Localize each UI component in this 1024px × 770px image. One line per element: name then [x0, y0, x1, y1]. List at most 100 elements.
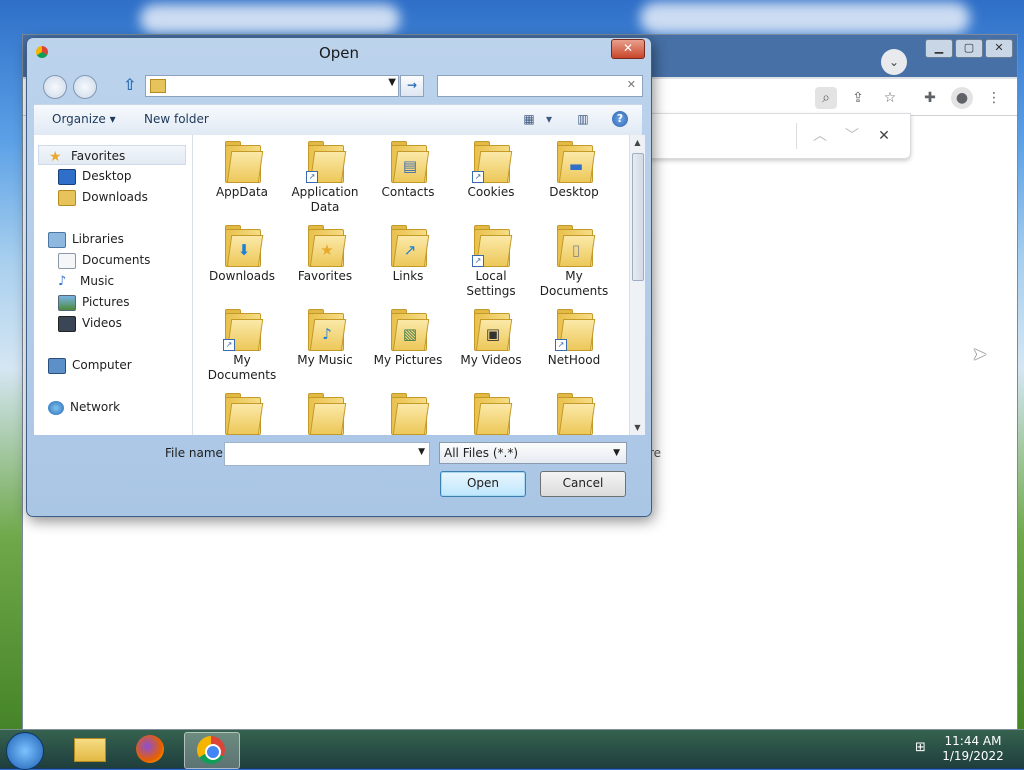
- nav-downloads-label: Downloads: [82, 190, 148, 204]
- up-arrow-icon[interactable]: ⇧: [123, 75, 136, 94]
- file-item-label: NetHood: [547, 353, 601, 367]
- file-item[interactable]: ▣ My Videos: [452, 309, 530, 368]
- folder-shortcut-icon: ↗: [223, 309, 264, 351]
- address-bar[interactable]: ▼: [145, 75, 399, 97]
- file-item-partial[interactable]: [203, 393, 281, 435]
- nav-videos[interactable]: Videos: [58, 313, 122, 333]
- organize-menu[interactable]: Organize ▾: [52, 112, 116, 126]
- share-icon[interactable]: ⇪: [847, 87, 869, 109]
- taskbar-firefox[interactable]: [124, 732, 178, 767]
- help-icon[interactable]: ?: [612, 111, 628, 127]
- cancel-button[interactable]: Cancel: [540, 471, 626, 497]
- folder-shortcut-icon: ↗: [306, 141, 347, 183]
- computer-icon: [48, 357, 66, 374]
- nav-desktop[interactable]: Desktop: [58, 166, 132, 186]
- view-dropdown-icon[interactable]: ▾: [540, 110, 558, 128]
- folder-downloads-icon: ⬇: [225, 225, 264, 267]
- network-tray-icon[interactable]: ⊞: [915, 740, 931, 756]
- file-item-label: Cookies: [467, 185, 515, 199]
- file-name-dropdown-icon[interactable]: ▼: [418, 447, 425, 457]
- find-next-icon[interactable]: ﹀: [842, 126, 862, 146]
- file-item[interactable]: ▯ My Documents: [535, 225, 613, 299]
- file-item[interactable]: ▬ Desktop: [535, 141, 613, 200]
- open-button[interactable]: Open: [440, 471, 526, 497]
- close-icon[interactable]: ✕: [985, 39, 1013, 58]
- taskbar-chrome[interactable]: [184, 732, 240, 769]
- nav-favorites-label: Favorites: [71, 149, 126, 163]
- menu-icon[interactable]: ⋮: [983, 87, 1005, 109]
- nav-network[interactable]: Network: [48, 397, 120, 417]
- file-item[interactable]: ↗ NetHood: [535, 309, 613, 368]
- file-explorer-icon: [74, 738, 106, 762]
- file-item[interactable]: AppData: [203, 141, 281, 200]
- file-item-partial[interactable]: [286, 393, 364, 435]
- file-item[interactable]: ▤ Contacts: [369, 141, 447, 200]
- tab-search-icon[interactable]: ⌄: [881, 49, 907, 75]
- new-folder-button[interactable]: New folder: [144, 112, 209, 126]
- nav-downloads[interactable]: Downloads: [58, 187, 148, 207]
- nav-libraries[interactable]: Libraries: [48, 229, 124, 249]
- file-item-label: My Music: [297, 353, 353, 367]
- find-previous-icon[interactable]: ︿: [810, 126, 830, 146]
- find-icon[interactable]: ⌕: [815, 87, 837, 109]
- file-item-label: Application Data: [291, 185, 359, 214]
- dialog-title: Open: [318, 44, 360, 62]
- file-item[interactable]: ★ Favorites: [286, 225, 364, 284]
- nav-pictures-label: Pictures: [82, 295, 130, 309]
- nav-documents[interactable]: Documents: [58, 250, 150, 270]
- find-close-icon[interactable]: ✕: [874, 126, 894, 146]
- scroll-thumb[interactable]: [632, 153, 644, 281]
- shortcut-arrow-icon: ↗: [306, 171, 318, 183]
- nav-music[interactable]: ♪ Music: [58, 271, 114, 291]
- clear-search-icon[interactable]: ✕: [627, 78, 636, 91]
- file-item-label: My Documents: [207, 353, 277, 382]
- start-button[interactable]: [6, 732, 44, 770]
- scroll-up-icon[interactable]: ▲: [630, 135, 645, 150]
- preview-pane-icon[interactable]: ▥: [574, 110, 592, 128]
- folder-music-icon: ♪: [308, 309, 347, 351]
- vertical-scrollbar[interactable]: ▲ ▼: [629, 135, 645, 435]
- file-item-partial[interactable]: [535, 393, 613, 435]
- file-item-label: Favorites: [297, 269, 353, 283]
- file-item[interactable]: ↗ Cookies: [452, 141, 530, 200]
- file-item[interactable]: ↗ My Documents: [203, 309, 281, 383]
- address-dropdown-icon[interactable]: ▼: [388, 77, 396, 88]
- minimize-icon[interactable]: ▁: [925, 39, 953, 58]
- scroll-down-icon[interactable]: ▼: [630, 420, 645, 435]
- file-item[interactable]: ↗ Local Settings: [452, 225, 530, 299]
- file-item[interactable]: ↗ Application Data: [286, 141, 364, 215]
- file-type-select[interactable]: All Files (*.*) ▼: [439, 442, 627, 464]
- folder-icon: [557, 393, 596, 435]
- file-item[interactable]: ▧ My Pictures: [369, 309, 447, 368]
- maximize-icon[interactable]: ▢: [955, 39, 983, 58]
- nav-computer[interactable]: Computer: [48, 355, 132, 375]
- file-item-partial[interactable]: [452, 393, 530, 435]
- extensions-icon[interactable]: ✚: [919, 87, 941, 109]
- clock-time: 11:44 AM: [944, 734, 1002, 748]
- shortcut-arrow-icon: ↗: [472, 171, 484, 183]
- dialog-close-button[interactable]: ✕: [611, 39, 645, 59]
- network-icon: [48, 400, 64, 415]
- nav-favorites[interactable]: ★ Favorites: [38, 145, 186, 165]
- forward-button[interactable]: [73, 75, 97, 99]
- videos-icon: [58, 315, 76, 332]
- file-name-input[interactable]: ▼: [224, 442, 430, 466]
- folder-documents-icon: ▯: [557, 225, 596, 267]
- system-clock[interactable]: 11:44 AM 1/19/2022: [940, 734, 1006, 764]
- search-input[interactable]: ✕: [437, 75, 643, 97]
- nav-pictures[interactable]: Pictures: [58, 292, 130, 312]
- view-options-icon[interactable]: ▦: [520, 110, 538, 128]
- file-item-label: My Documents: [539, 269, 609, 298]
- go-button[interactable]: →: [400, 75, 424, 97]
- back-button[interactable]: [43, 75, 67, 99]
- file-item-label: My Pictures: [373, 353, 443, 367]
- bookmark-star-icon[interactable]: ☆: [879, 87, 901, 109]
- file-item-partial[interactable]: [369, 393, 447, 435]
- file-item[interactable]: ↗ Links: [369, 225, 447, 284]
- folder-shortcut-icon: ↗: [472, 141, 513, 183]
- file-item[interactable]: ♪ My Music: [286, 309, 364, 368]
- taskbar-explorer[interactable]: [62, 732, 116, 767]
- chrome-icon-center: [205, 744, 221, 760]
- profile-icon[interactable]: ●: [951, 87, 973, 109]
- file-item[interactable]: ⬇ Downloads: [203, 225, 281, 284]
